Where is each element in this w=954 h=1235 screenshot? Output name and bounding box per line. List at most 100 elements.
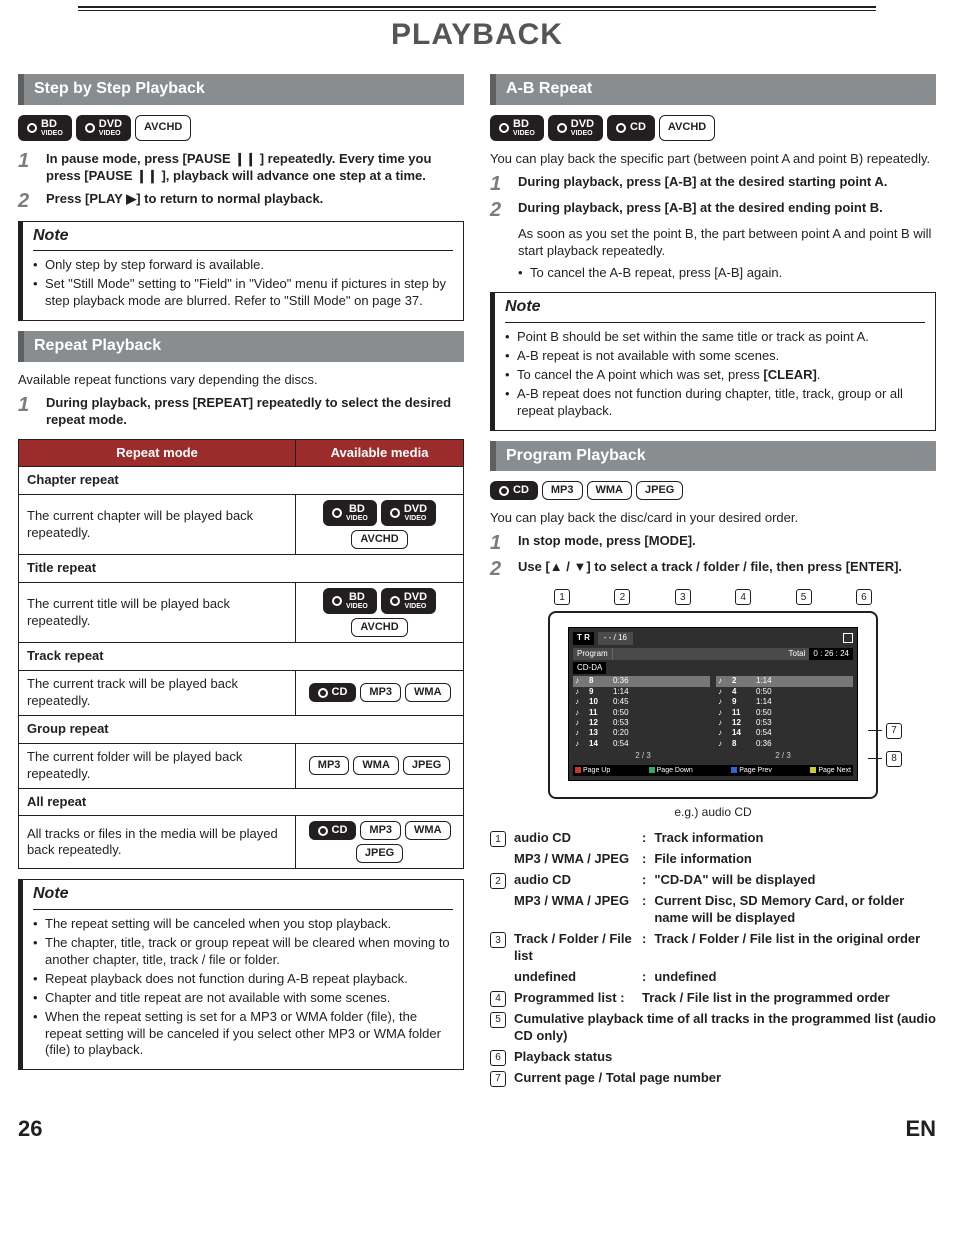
badge-cd: CD: [309, 683, 357, 702]
step-text: In stop mode, press [MODE].: [518, 533, 936, 553]
badge-cd: CD: [309, 821, 357, 840]
diagram-track-row: ♪80:36: [573, 676, 710, 686]
step-text: During playback, press [REPEAT] repeated…: [46, 395, 464, 429]
badge-bd: BDVIDEO: [323, 500, 377, 526]
ab-follow-bullets: To cancel the A-B repeat, press [A-B] ag…: [518, 265, 936, 282]
callout-6: 6: [856, 589, 872, 605]
repeat-mode-name: Track repeat: [19, 643, 464, 671]
diagram-track-row: ♪91:14: [716, 697, 853, 707]
diagram-total-label: Total: [785, 648, 810, 660]
repeat-table: Repeat mode Available media Chapter repe…: [18, 439, 464, 870]
legend-label: audio CD: [514, 872, 634, 889]
page-footer: 26 EN: [18, 1115, 936, 1144]
note-item: Repeat playback does not function during…: [33, 971, 453, 988]
program-step-2: 2 Use [▲ / ▼] to select a track / folder…: [490, 559, 936, 579]
step-number: 1: [490, 533, 508, 553]
page-down-btn: Page Down: [649, 766, 693, 775]
program-diagram: 1 2 3 4 5 6 T R - - / 16 Program Total: [548, 589, 878, 820]
repeat-mode-desc: The current folder will be played back r…: [19, 743, 296, 788]
repeat-mode-desc: The current chapter will be played back …: [19, 495, 296, 555]
step-number: 2: [490, 200, 508, 220]
step-number: 1: [18, 151, 36, 185]
legend-row: 2MP3 / WMA / JPEG:Current Disc, SD Memor…: [490, 893, 936, 927]
step-text: Use [▲ / ▼] to select a track / folder /…: [518, 559, 936, 579]
diagram-track-row: ♪21:14: [716, 676, 853, 686]
legend-label: Track / Folder / File list: [514, 931, 634, 965]
diagram-left-list: ♪80:36♪91:14♪100:45♪110:50♪120:53♪130:20…: [573, 676, 710, 749]
badge-dvd: DVDVIDEO: [381, 588, 436, 614]
legend-text: Playback status: [514, 1049, 936, 1066]
repeat-mode-name: Title repeat: [19, 555, 464, 583]
legend-desc: "CD-DA" will be displayed: [654, 872, 936, 889]
legend-row: 2audio CD:"CD-DA" will be displayed: [490, 872, 936, 889]
repeat-mode-media: CDMP3WMAJPEG: [296, 816, 464, 869]
badge-bd: BDVIDEO: [323, 588, 377, 614]
diagram-footer-buttons: Page Up Page Down Page Prev Page Next: [573, 765, 853, 776]
repeat-mode-desc: The current track will be played back re…: [19, 671, 296, 716]
diagram-legend: 1audio CD:Track information1MP3 / WMA / …: [490, 830, 936, 1086]
repeat-mode-name: Chapter repeat: [19, 467, 464, 495]
note-item: Only step by step forward is available.: [33, 257, 453, 274]
callout-5: 5: [796, 589, 812, 605]
badge-dvd: DVDVIDEO: [381, 500, 436, 526]
page-next-btn: Page Next: [810, 766, 851, 775]
section-ab-repeat: A-B Repeat: [490, 74, 936, 105]
note-item: Chapter and title repeat are not availab…: [33, 990, 453, 1007]
badge-jpeg: JPEG: [636, 481, 683, 500]
callout-1: 1: [554, 589, 570, 605]
note-list: The repeat setting will be canceled when…: [33, 916, 453, 1059]
note-box: Note Point B should be set within the sa…: [490, 292, 936, 430]
diagram-track-row: ♪140:54: [716, 728, 853, 738]
legend-num: 1: [490, 831, 506, 847]
legend-text: Current page / Total page number: [514, 1070, 936, 1087]
top-rule-inner: [78, 10, 876, 11]
diagram-track-row: ♪110:50: [573, 708, 710, 718]
legend-desc: Track / Folder / File list in the origin…: [654, 931, 936, 948]
diagram-track-row: ♪80:36: [716, 739, 853, 749]
badge-bd: BDVIDEO: [490, 115, 544, 141]
step-text: During playback, press [A-B] at the desi…: [518, 200, 936, 220]
legend-desc: Track / File list in the programmed orde…: [642, 990, 936, 1007]
diagram-pager-left: 2 / 3: [573, 751, 713, 761]
legend-row: 4 Programmed list : Track / File list in t…: [490, 990, 936, 1007]
legend-num: 4: [490, 991, 506, 1007]
diagram-pager-right: 2 / 3: [713, 751, 853, 761]
right-column: A-B Repeat BDVIDEO DVDVIDEO CD AVCHD You…: [490, 66, 936, 1091]
diagram-track-row: ♪130:20: [573, 728, 710, 738]
legend-desc: Track information: [654, 830, 936, 847]
badge-avchd: AVCHD: [351, 530, 407, 549]
legend-label: Programmed list :: [514, 990, 634, 1007]
diagram-track-row: ♪140:54: [573, 739, 710, 749]
badge-wma: WMA: [405, 683, 451, 702]
repeat-mode-name: All repeat: [19, 788, 464, 816]
badge-jpeg: JPEG: [403, 756, 450, 775]
repeat-mode-media: MP3WMAJPEG: [296, 743, 464, 788]
badge-dvd: DVDVIDEO: [548, 115, 603, 141]
note-box: Note Only step by step forward is availa…: [18, 221, 464, 321]
left-column: Step by Step Playback BDVIDEO DVDVIDEO A…: [18, 66, 464, 1091]
repeat-mode-desc: The current title will be played back re…: [19, 583, 296, 643]
legend-desc: undefined: [654, 969, 936, 986]
repeat-mode-desc: All tracks or files in the media will be…: [19, 816, 296, 869]
section-repeat-playback: Repeat Playback: [18, 331, 464, 362]
note-item: The repeat setting will be canceled when…: [33, 916, 453, 933]
legend-row: 3undefined:undefined: [490, 969, 936, 986]
diagram-track-row: ♪91:14: [573, 687, 710, 697]
ab-follow-item: To cancel the A-B repeat, press [A-B] ag…: [518, 265, 936, 282]
legend-num: 3: [490, 932, 506, 948]
legend-num: 7: [490, 1071, 506, 1087]
section-step-by-step: Step by Step Playback: [18, 74, 464, 105]
badge-mp3: MP3: [542, 481, 583, 500]
repeat-intro: Available repeat functions vary dependin…: [18, 372, 464, 389]
ab-followup: As soon as you set the point B, the part…: [518, 226, 936, 260]
diagram-track-row: ♪100:45: [573, 697, 710, 707]
legend-desc: File information: [654, 851, 936, 868]
top-rule-outer: [78, 6, 876, 8]
diagram-track-count: - - / 16: [598, 632, 633, 644]
badge-cd: CD: [607, 115, 655, 141]
step-text: Press [PLAY ▶] to return to normal playb…: [46, 191, 464, 211]
note-list: Only step by step forward is available. …: [33, 257, 453, 310]
step-text: During playback, press [A-B] at the desi…: [518, 174, 936, 194]
badge-mp3: MP3: [360, 683, 401, 702]
page-lang: EN: [905, 1115, 936, 1144]
